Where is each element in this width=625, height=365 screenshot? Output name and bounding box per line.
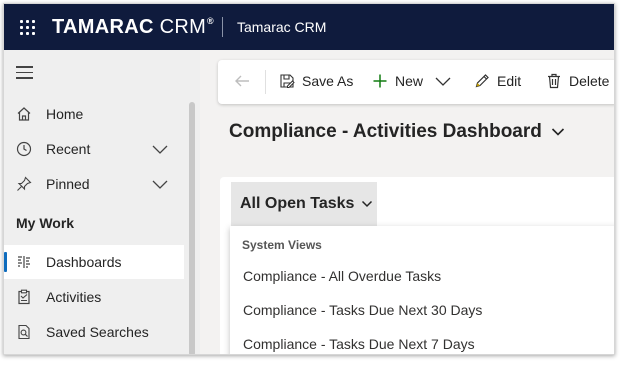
sidebar-item-label: Pinned: [46, 176, 90, 192]
view-selector-button[interactable]: All Open Tasks: [231, 182, 377, 226]
back-arrow-icon[interactable]: [233, 72, 251, 95]
chevron-down-icon: [362, 200, 373, 208]
delete-button[interactable]: Delete: [546, 73, 609, 89]
waffle-icon: [19, 19, 35, 35]
dropdown-option[interactable]: Compliance - All Overdue Tasks: [243, 268, 441, 284]
sidebar-item-saved-searches[interactable]: Saved Searches: [4, 315, 184, 349]
dropdown-option[interactable]: Compliance - Tasks Due Next 7 Days: [243, 336, 475, 352]
clipboard-icon: [16, 289, 32, 305]
page-title-text: Compliance - Activities Dashboard: [229, 121, 542, 142]
dropdown-option[interactable]: Compliance - Tasks Due Next 30 Days: [243, 302, 482, 318]
sidebar-item-dashboards[interactable]: Dashboards: [4, 245, 184, 279]
top-bar: TAMARAC CRM® Tamarac CRM: [4, 4, 614, 50]
delete-label: Delete: [569, 73, 610, 89]
command-bar: Save As New Edit Delete: [218, 60, 614, 104]
chevron-down-icon[interactable]: [434, 75, 452, 94]
sidebar-item-label: Dashboards: [46, 254, 122, 270]
chevron-down-icon[interactable]: [151, 175, 169, 196]
home-icon: [16, 106, 32, 122]
header-divider: [221, 17, 223, 37]
brand-name: TAMARAC: [52, 15, 154, 38]
trash-icon: [548, 73, 560, 89]
save-as-button[interactable]: Save As: [279, 73, 353, 89]
sidebar-item-label: Recent: [46, 141, 91, 157]
section-heading-my-work: My Work: [16, 215, 75, 231]
sidebar-item-label: Saved Searches: [46, 324, 149, 340]
page-title[interactable]: Compliance - Activities Dashboard: [229, 121, 565, 143]
brand-logo[interactable]: TAMARAC CRM®: [52, 16, 214, 39]
new-button[interactable]: New: [372, 73, 423, 89]
dashboard-icon: [16, 254, 32, 270]
brand-suffix: CRM: [159, 15, 207, 38]
clock-icon: [16, 141, 32, 157]
app-window: TAMARAC CRM® Tamarac CRM Home Recent Pin…: [3, 3, 615, 355]
sidebar-item-recent[interactable]: Recent: [4, 132, 184, 166]
sidebar-scrollbar[interactable]: [189, 102, 195, 354]
app-title[interactable]: Tamarac CRM: [237, 19, 326, 35]
main-content: Save As New Edit Delete Compliance - Act…: [200, 50, 614, 354]
sidebar-item-label: Activities: [46, 289, 102, 305]
save-as-icon: [280, 74, 295, 88]
pencil-icon: [475, 74, 489, 88]
dropdown-group-heading: System Views: [242, 238, 322, 252]
view-selector-label: All Open Tasks: [240, 195, 355, 212]
sidebar-item-label: Home: [46, 106, 84, 122]
sidebar: Home Recent Pinned My Work Dashboards Ac…: [4, 50, 200, 354]
edit-button[interactable]: Edit: [474, 73, 521, 89]
chevron-down-icon: [551, 128, 564, 136]
save-as-label: Save As: [302, 73, 354, 89]
pin-icon: [16, 176, 32, 192]
edit-label: Edit: [497, 73, 522, 89]
saved-search-icon: [16, 324, 32, 340]
sidebar-item-activities[interactable]: Activities: [4, 280, 184, 314]
chevron-down-icon[interactable]: [151, 140, 169, 161]
registered-mark: ®: [207, 15, 214, 26]
new-label: New: [395, 73, 424, 89]
app-launcher-button[interactable]: [4, 4, 50, 50]
plus-icon: [373, 74, 387, 88]
view-dropdown-menu: System Views Compliance - All Overdue Ta…: [230, 226, 614, 354]
sidebar-item-pinned[interactable]: Pinned: [4, 167, 184, 201]
sidebar-item-home[interactable]: Home: [4, 97, 184, 131]
command-separator: [265, 70, 266, 94]
hamburger-menu-icon[interactable]: [16, 66, 33, 83]
